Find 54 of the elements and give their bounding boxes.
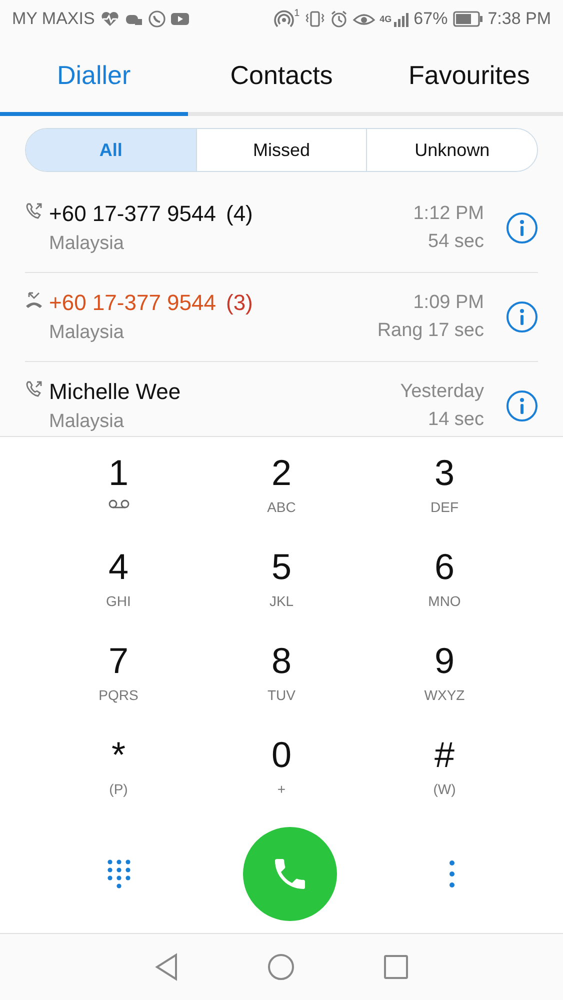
- filter-tab[interactable]: Unknown: [366, 129, 537, 171]
- heart-rate-icon: [100, 11, 120, 27]
- caller-name: +60 17-377 9544: [49, 290, 216, 316]
- tab[interactable]: Favourites: [375, 38, 563, 116]
- caller-location: Malaysia: [49, 411, 125, 433]
- dial-key[interactable]: 6 MNO: [363, 547, 526, 627]
- caller-location: Malaysia: [49, 322, 125, 344]
- dial-key[interactable]: 7 PQRS: [37, 641, 200, 721]
- call-count: (3): [226, 290, 253, 316]
- vibrate-icon: [304, 10, 325, 28]
- tab[interactable]: Contacts: [188, 38, 376, 116]
- info-icon[interactable]: [506, 301, 538, 333]
- dial-key[interactable]: 3 DEF: [363, 453, 526, 533]
- play-icon: [170, 12, 189, 26]
- recents-icon[interactable]: [383, 954, 410, 980]
- alarm-clock-icon: [330, 10, 348, 28]
- dial-key[interactable]: # (W): [363, 735, 526, 815]
- dial-key[interactable]: 0 +: [200, 735, 363, 815]
- call-duration: 54 sec: [428, 231, 484, 253]
- call-time: Yesterday: [400, 381, 484, 403]
- call-time: 1:12 PM: [413, 203, 484, 225]
- clock: 7:38 PM: [488, 9, 551, 29]
- network-type: 4G: [380, 14, 392, 24]
- dial-key[interactable]: 9 WXYZ: [363, 641, 526, 721]
- call-time: 1:09 PM: [413, 292, 484, 314]
- signal-icon: [392, 11, 409, 27]
- filter-tab[interactable]: Missed: [196, 129, 366, 171]
- dial-key[interactable]: 4 GHI: [37, 547, 200, 627]
- dial-key[interactable]: 5 JKL: [200, 547, 363, 627]
- call-count: (4): [226, 201, 253, 227]
- carrier-name: MY MAXIS: [12, 9, 95, 29]
- eye-icon: [352, 11, 375, 27]
- hotspot-icon: [274, 10, 294, 28]
- battery-percent: 67%: [414, 9, 448, 29]
- dial-key[interactable]: * (P): [37, 735, 200, 815]
- call-duration: Rang 17 sec: [377, 320, 484, 342]
- battery-icon: [452, 11, 483, 27]
- home-icon[interactable]: [267, 953, 296, 981]
- dial-key[interactable]: 8 TUV: [200, 641, 363, 721]
- caller-name: Michelle Wee: [49, 379, 181, 405]
- dial-key[interactable]: 1: [37, 453, 200, 533]
- tab[interactable]: Dialler: [0, 38, 188, 116]
- info-icon[interactable]: [506, 212, 538, 244]
- more-options-icon[interactable]: [448, 858, 456, 890]
- dialpad-icon[interactable]: [106, 858, 132, 890]
- chat-phone-icon: [148, 10, 166, 28]
- dial-key[interactable]: 2 ABC: [200, 453, 363, 533]
- call-duration: 14 sec: [428, 409, 484, 431]
- voicemail-icon: [108, 499, 130, 509]
- hotspot-count: 1: [294, 8, 300, 19]
- caller-name: +60 17-377 9544: [49, 201, 216, 227]
- info-icon[interactable]: [506, 390, 538, 422]
- caller-location: Malaysia: [49, 233, 125, 255]
- back-icon[interactable]: [154, 953, 180, 981]
